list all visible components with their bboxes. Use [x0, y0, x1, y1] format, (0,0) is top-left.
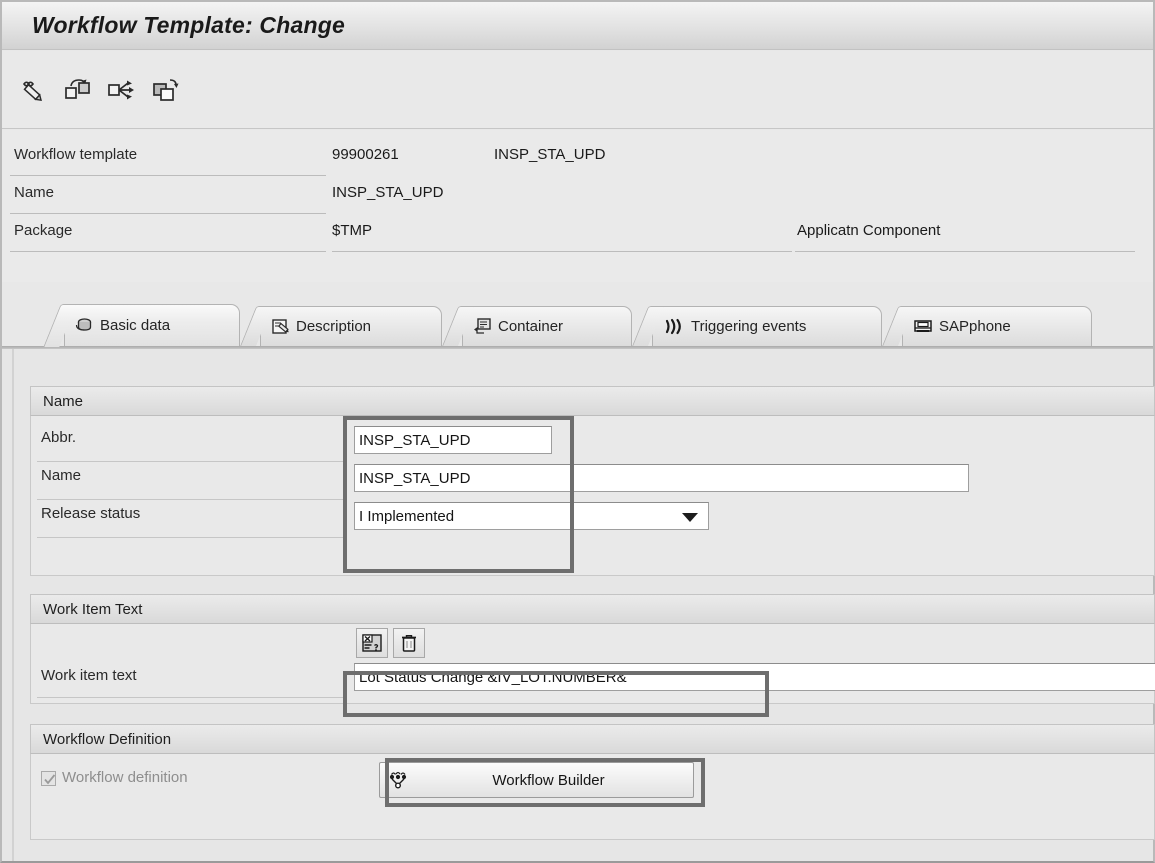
header-fields: Workflow template 99900261 INSP_STA_UPD …	[2, 130, 1153, 282]
workflow-builder-button-label: Workflow Builder	[492, 771, 605, 789]
group-name: Name Abbr. INSP_STA_UPD Name INSP_STA_UP…	[30, 386, 1155, 576]
trash-icon	[401, 634, 417, 653]
group-work-item-text-body: Work item text Lot Status Change &IV_LOT…	[30, 624, 1155, 704]
tab-triggering-events-label: Triggering events	[691, 318, 807, 335]
copy-version-icon[interactable]	[148, 73, 182, 107]
window-title-bar: Workflow Template: Change	[2, 2, 1153, 50]
event-linkage-icon[interactable]	[104, 73, 138, 107]
tab-description-label: Description	[296, 318, 372, 335]
sap-workflow-template-window: Workflow Template: Change Workflow templ…	[0, 0, 1155, 863]
workflow-builder-button[interactable]: Workflow Builder	[379, 762, 694, 798]
application-toolbar	[2, 51, 1153, 129]
description-icon	[271, 317, 290, 336]
field-row-release-status: Release status I Implemented	[31, 500, 1154, 538]
display-change-icon[interactable]	[16, 73, 50, 107]
tab-strip: Basic data Description Container Trigger…	[2, 302, 1153, 348]
workflow-definition-label: Workflow definition	[62, 769, 188, 786]
field-label-release-status: Release status	[41, 505, 141, 522]
header-row-workflow-template: Workflow template 99900261 INSP_STA_UPD	[2, 142, 1153, 176]
expression-icon	[362, 634, 382, 652]
header-label-name: Name	[14, 184, 55, 201]
name-input[interactable]: INSP_STA_UPD	[354, 464, 969, 492]
triggering-events-icon	[663, 317, 685, 336]
tab-content-basic-data: Name Abbr. INSP_STA_UPD Name INSP_STA_UP…	[2, 349, 1155, 861]
field-label-abbr: Abbr.	[41, 429, 77, 446]
header-label-package: Package	[14, 222, 73, 239]
header-row-package: Package $TMP Applicatn Component	[2, 218, 1153, 252]
field-label-name: Name	[41, 467, 82, 484]
workflow-builder-icon	[388, 770, 410, 790]
tab-container-label: Container	[498, 318, 564, 335]
group-workflow-definition: Workflow Definition Workflow definition	[30, 724, 1155, 840]
expression-icon-button[interactable]	[356, 628, 388, 658]
tab-sapphone-label: SAPphone	[939, 318, 1011, 335]
work-item-text-input[interactable]: Lot Status Change &IV_LOT.NUMBER&	[354, 663, 1155, 691]
group-name-title: Name	[30, 386, 1155, 416]
group-name-body: Abbr. INSP_STA_UPD Name INSP_STA_UPD Rel…	[30, 416, 1155, 576]
field-row-workflow-definition: Workflow definition Workflow Builder	[31, 762, 1154, 804]
group-work-item-text-title: Work Item Text	[30, 594, 1155, 624]
field-row-name: Name INSP_STA_UPD	[31, 462, 1154, 500]
header-value-package: $TMP	[332, 222, 373, 239]
tab-description[interactable]: Description	[239, 306, 442, 347]
header-row-name: Name INSP_STA_UPD	[2, 180, 1153, 214]
header-value-workflow-template-id: 99900261	[332, 146, 399, 163]
group-work-item-text: Work Item Text Work item text Lot Status…	[30, 594, 1155, 704]
header-value-name: INSP_STA_UPD	[332, 184, 444, 201]
tab-sapphone[interactable]: SAPphone	[881, 306, 1092, 347]
release-status-dropdown[interactable]: I Implemented	[354, 502, 709, 530]
page-title: Workflow Template: Change	[32, 12, 345, 38]
sapphone-icon	[913, 317, 933, 336]
tab-container[interactable]: Container	[441, 306, 632, 347]
chevron-down-icon[interactable]	[682, 513, 698, 522]
tab-basic-data[interactable]: Basic data	[43, 304, 240, 347]
group-workflow-definition-title: Workflow Definition	[30, 724, 1155, 754]
panel-left-edge	[12, 349, 14, 861]
group-workflow-definition-body: Workflow definition Workflow Builder	[30, 754, 1155, 840]
field-row-work-item-text: Work item text Lot Status Change &IV_LOT…	[31, 662, 1155, 698]
container-icon	[473, 317, 492, 336]
tab-basic-data-label: Basic data	[100, 317, 171, 334]
header-label-applicatn-component: Applicatn Component	[797, 222, 941, 239]
workflow-definition-checkbox[interactable]	[41, 771, 56, 786]
header-value-workflow-template-name: INSP_STA_UPD	[494, 146, 606, 163]
basic-data-icon	[75, 316, 94, 335]
workflow-steps-icon[interactable]	[60, 73, 94, 107]
header-label-workflow-template: Workflow template	[14, 146, 138, 163]
field-label-work-item-text: Work item text	[41, 667, 137, 684]
field-row-abbr: Abbr. INSP_STA_UPD	[31, 424, 1154, 462]
tab-triggering-events[interactable]: Triggering events	[631, 306, 882, 347]
trash-icon-button[interactable]	[393, 628, 425, 658]
abbr-input[interactable]: INSP_STA_UPD	[354, 426, 552, 454]
